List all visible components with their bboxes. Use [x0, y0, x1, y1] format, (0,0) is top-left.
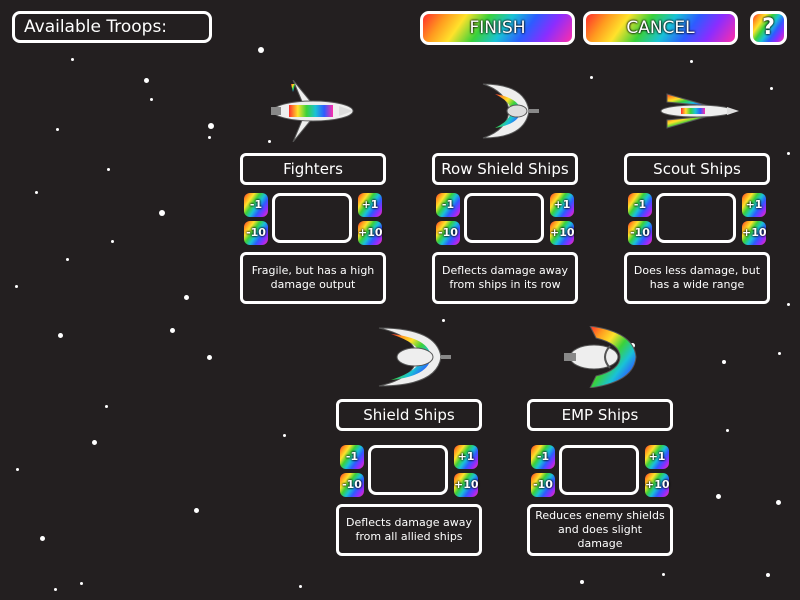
ship-description: Reduces enemy shields and does slight da… [527, 504, 673, 556]
star [107, 168, 110, 171]
minus-ten-button[interactable]: -10 [531, 473, 555, 497]
star [105, 405, 108, 408]
star [56, 128, 59, 131]
star [15, 285, 18, 288]
cancel-button[interactable]: CANCEL [583, 11, 738, 45]
plus-ten-button[interactable]: +10 [742, 221, 767, 245]
star [442, 319, 445, 322]
minus-ten-button[interactable]: -10 [436, 221, 460, 245]
star [726, 429, 729, 432]
star [66, 258, 69, 261]
minus-one-button[interactable]: -1 [340, 445, 364, 469]
star [208, 136, 211, 139]
plus-one-button[interactable]: +1 [645, 445, 669, 469]
minus-ten-button[interactable]: -10 [244, 221, 268, 245]
star [16, 468, 19, 471]
star [71, 58, 74, 61]
star [144, 78, 149, 83]
ship-description: Deflects damage away from ships in its r… [432, 252, 578, 304]
available-troops-label: Available Troops: [24, 17, 168, 37]
ship-name: Scout Ships [624, 153, 770, 185]
star [208, 123, 214, 129]
minus-one-button[interactable]: -1 [436, 193, 460, 217]
star [58, 333, 63, 338]
troop-card-shield-ships: Shield Ships -1 +1 -10 +10 Deflects dama… [336, 326, 482, 556]
plus-ten-button[interactable]: +10 [358, 221, 383, 245]
star [184, 295, 189, 300]
star [258, 47, 264, 53]
ship-description: Fragile, but has a high damage output [240, 252, 386, 304]
plus-ten-button[interactable]: +10 [454, 473, 479, 497]
ship-name: Row Shield Ships [432, 153, 578, 185]
ship-name: Fighters [240, 153, 386, 185]
emp-ship-icon [564, 326, 637, 388]
star [54, 588, 57, 591]
minus-one-button[interactable]: -1 [531, 445, 555, 469]
star [716, 494, 721, 499]
quantity-field[interactable] [272, 193, 352, 243]
help-button[interactable]: ? [750, 11, 787, 45]
ship-name: EMP Ships [527, 399, 673, 431]
ship-name: Shield Ships [336, 399, 482, 431]
star [80, 582, 83, 585]
shield-ship-icon [378, 327, 451, 387]
star [766, 573, 770, 577]
star [787, 152, 790, 155]
row-shield-ship-icon [482, 83, 539, 139]
troop-card-fighters: Fighters -1 +1 -10 +10 Fragile, but has … [240, 80, 386, 304]
star [662, 573, 665, 576]
star [194, 508, 199, 513]
star [787, 303, 790, 306]
ship-description: Deflects damage away from all allied shi… [336, 504, 482, 556]
quantity-field[interactable] [656, 193, 736, 243]
star [159, 210, 165, 216]
star [111, 240, 114, 243]
minus-ten-button[interactable]: -10 [628, 221, 652, 245]
star [299, 585, 302, 588]
star [150, 98, 153, 101]
plus-ten-button[interactable]: +10 [550, 221, 575, 245]
troop-card-scout-ships: Scout Ships -1 +1 -10 +10 Does less dama… [624, 80, 770, 304]
plus-one-button[interactable]: +1 [358, 193, 382, 217]
star [170, 328, 175, 333]
fighter-ship-icon [271, 80, 354, 142]
star [776, 500, 781, 505]
star [283, 434, 286, 437]
troop-card-row-shield-ships: Row Shield Ships -1 +1 -10 +10 Deflects … [432, 80, 578, 304]
plus-one-button[interactable]: +1 [550, 193, 574, 217]
star [207, 355, 212, 360]
star [770, 87, 773, 90]
ship-description: Does less damage, but has a wide range [624, 252, 770, 304]
plus-ten-button[interactable]: +10 [645, 473, 670, 497]
troop-card-emp-ships: EMP Ships -1 +1 -10 +10 Reduces enemy sh… [527, 326, 673, 556]
minus-ten-button[interactable]: -10 [340, 473, 364, 497]
minus-one-button[interactable]: -1 [244, 193, 268, 217]
quantity-field[interactable] [368, 445, 448, 495]
quantity-field[interactable] [559, 445, 639, 495]
star [590, 76, 593, 79]
finish-button[interactable]: FINISH [420, 11, 575, 45]
star [722, 360, 726, 364]
star [778, 352, 781, 355]
plus-one-button[interactable]: +1 [454, 445, 478, 469]
star [580, 580, 584, 584]
quantity-field[interactable] [464, 193, 544, 243]
minus-one-button[interactable]: -1 [628, 193, 652, 217]
star [92, 440, 97, 445]
star [690, 60, 693, 63]
plus-one-button[interactable]: +1 [742, 193, 766, 217]
star [35, 191, 38, 194]
star [40, 536, 45, 541]
available-troops-box: Available Troops: [12, 11, 212, 43]
scout-ship-icon [660, 93, 739, 129]
